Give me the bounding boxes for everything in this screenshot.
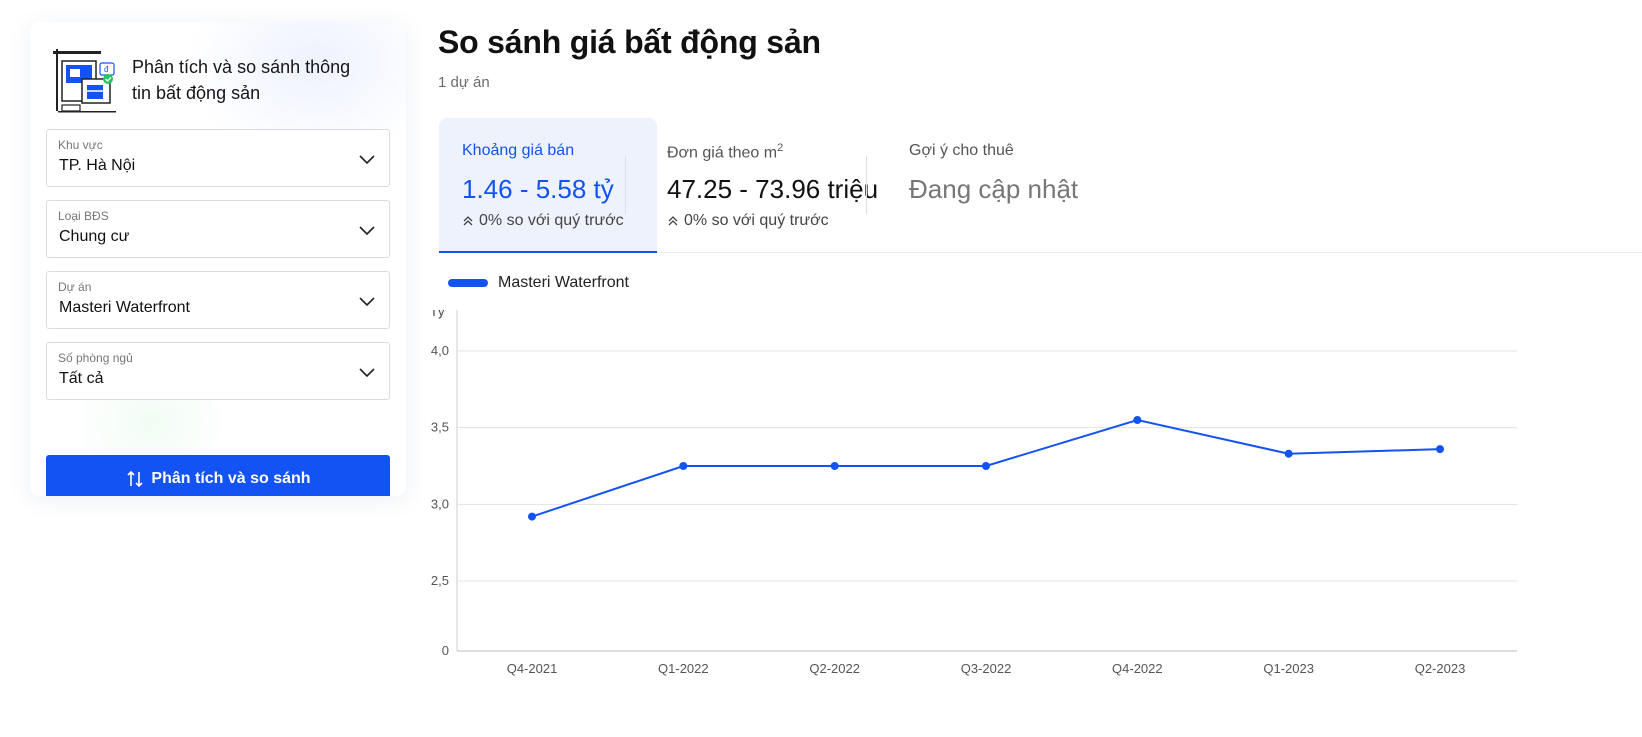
- data-point: [982, 462, 990, 470]
- tab-divider: [866, 156, 867, 214]
- chevron-down-icon: [359, 226, 375, 236]
- tab-price-range-change-text: 0% so với quý trước: [479, 212, 624, 229]
- x-tick-label: Q4-2022: [1112, 661, 1163, 676]
- brand: đ Phân tích và so sánh thông tin bất độn…: [52, 47, 352, 113]
- property-type-select-label: Loại BĐS: [58, 209, 109, 223]
- y-tick-label: 3,0: [431, 496, 449, 511]
- metric-tabs: Khoảng giá bán 1.46 - 5.58 tỷ 0% so với …: [438, 118, 1642, 253]
- x-tick-label: Q4-2021: [507, 661, 558, 676]
- y-tick-label: 4,0: [431, 343, 449, 358]
- double-chevron-up-icon: [463, 216, 473, 226]
- tab-divider: [625, 156, 626, 214]
- tab-price-range-label: Khoảng giá bán: [462, 142, 575, 159]
- tab-price-range-value: 1.46 - 5.58 tỷ: [462, 174, 614, 204]
- project-count: 1 dự án: [438, 74, 490, 91]
- tab-rental-suggestion[interactable]: Gợi ý cho thuê Đang cập nhật: [886, 118, 1106, 253]
- x-tick-label: Q1-2022: [658, 661, 709, 676]
- chevron-down-icon: [359, 297, 375, 307]
- data-point: [830, 462, 839, 470]
- area-select[interactable]: Khu vực TP. Hà Nội: [46, 129, 390, 187]
- price-line-chart: Tỷ 0 2,5 3,0 3,5 4,0 Q4-2021 Q1-2022 Q2-2022 Q3-2…: [430, 310, 1517, 676]
- y-tick-label: 3,5: [431, 420, 449, 435]
- tab-rental-suggestion-label: Gợi ý cho thuê: [909, 142, 1014, 159]
- brand-title: Phân tích và so sánh thông tin bất động …: [132, 57, 351, 103]
- project-select-label: Dự án: [58, 280, 92, 294]
- data-point: [528, 512, 536, 521]
- bedrooms-select[interactable]: Số phòng ngủ Tất cả: [46, 342, 390, 400]
- x-tick-label: Q2-2023: [1415, 661, 1466, 676]
- bedrooms-select-label: Số phòng ngủ: [58, 351, 133, 365]
- tab-price-range-change: 0% so với quý trước: [462, 212, 624, 230]
- property-analysis-logo-icon: đ: [53, 49, 116, 113]
- area-select-value: TP. Hà Nội: [59, 157, 136, 174]
- data-point: [1133, 416, 1142, 424]
- data-point: [1436, 445, 1444, 454]
- filter-panel: đ Phân tích và so sánh thông tin bất độn…: [30, 22, 406, 496]
- x-tick-label: Q2-2022: [809, 661, 860, 676]
- legend-swatch: [448, 279, 488, 287]
- y-tick-label: 2,5: [431, 573, 449, 588]
- x-tick-label: Q3-2022: [961, 661, 1012, 676]
- svg-text:đ: đ: [104, 65, 109, 74]
- analyze-compare-button-label: Phân tích và so sánh: [151, 470, 311, 487]
- chevron-down-icon: [359, 368, 375, 378]
- area-select-label: Khu vực: [58, 138, 103, 152]
- project-select[interactable]: Dự án Masteri Waterfront: [46, 271, 390, 329]
- project-select-value: Masteri Waterfront: [59, 299, 190, 316]
- y-tick-label: 0: [442, 643, 449, 658]
- data-point: [1284, 449, 1293, 458]
- tab-unit-price-change-text: 0% so với quý trước: [684, 212, 829, 229]
- chevron-down-icon: [359, 155, 375, 165]
- data-point: [679, 462, 688, 470]
- tab-rental-suggestion-value: Đang cập nhật: [909, 174, 1079, 204]
- property-type-select-value: Chung cư: [59, 228, 130, 245]
- x-tick-label: Q1-2023: [1263, 661, 1314, 676]
- tab-unit-price[interactable]: Đơn giá theo m2 47.25 - 73.96 triệu 0% s…: [644, 118, 878, 253]
- tab-unit-price-value: 47.25 - 73.96 triệu: [667, 174, 879, 204]
- legend-series-label: Masteri Waterfront: [498, 274, 629, 291]
- chart-legend[interactable]: Masteri Waterfront: [448, 274, 629, 292]
- tab-unit-price-change: 0% so với quý trước: [667, 212, 829, 230]
- analyze-compare-button[interactable]: Phân tích và so sánh: [46, 455, 390, 496]
- bedrooms-select-value: Tất cả: [59, 370, 104, 387]
- property-type-select[interactable]: Loại BĐS Chung cư: [46, 200, 390, 258]
- page-title: So sánh giá bất động sản: [438, 24, 821, 60]
- tab-unit-price-label: Đơn giá theo m2: [667, 142, 784, 162]
- sort-arrows-icon: [127, 470, 143, 488]
- y-axis-title: Tỷ: [430, 310, 445, 319]
- double-chevron-up-icon: [668, 216, 678, 226]
